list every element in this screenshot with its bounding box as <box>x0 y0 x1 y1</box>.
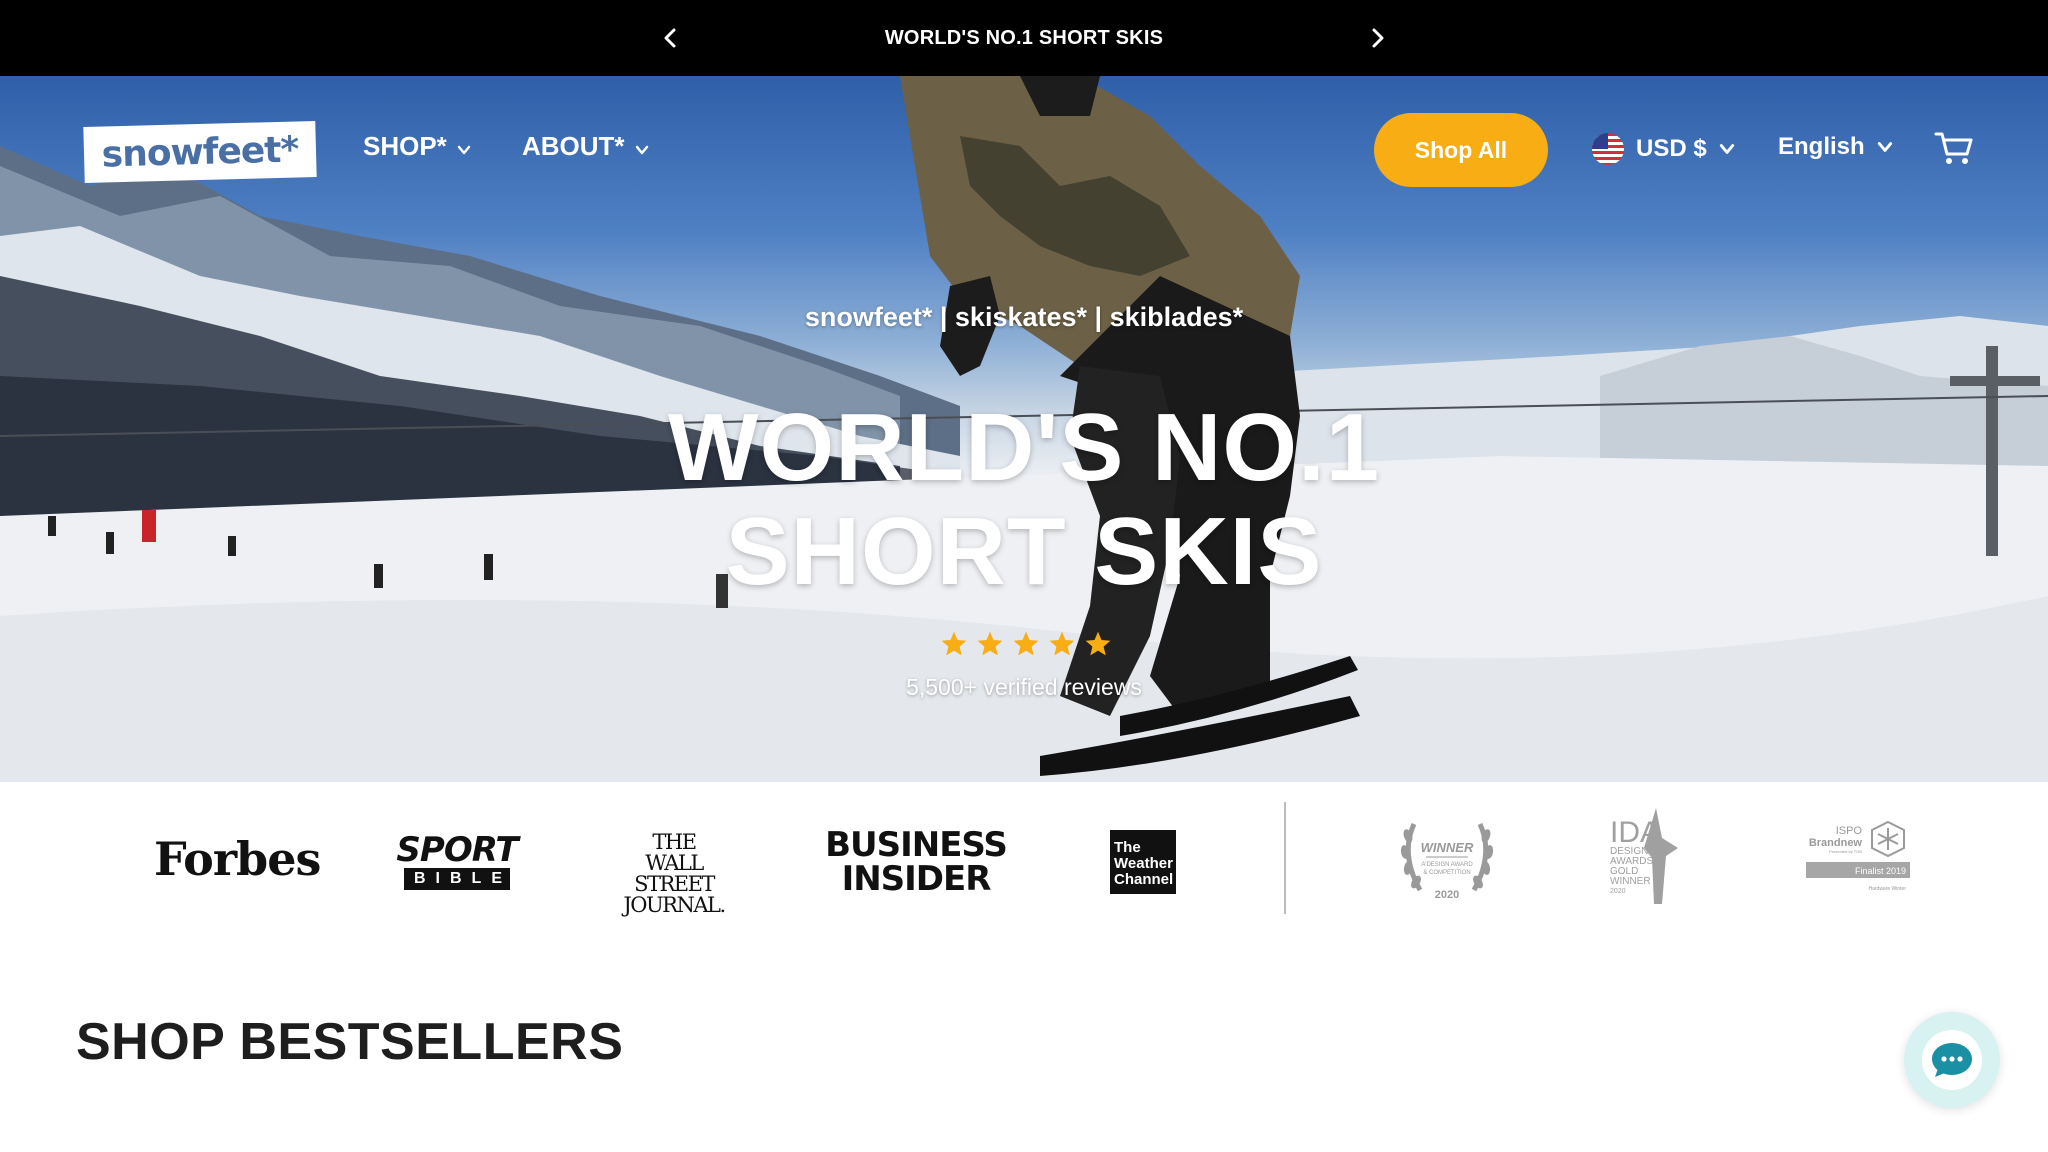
hero-subtitle: snowfeet* | skiskates* | skiblades* <box>804 302 1244 332</box>
announcement-bar: WORLD'S NO.1 SHORT SKIS <box>0 0 2048 76</box>
award2-year: 2020 <box>1610 888 1626 895</box>
sportbible-top: SPORT <box>396 830 518 870</box>
shop-all-button[interactable]: Shop All <box>1374 113 1548 187</box>
chevron-down-icon <box>635 145 648 154</box>
language-selector[interactable]: English <box>1778 133 1893 161</box>
award1-sub2: & COMPETITION <box>1423 870 1470 876</box>
brand-logo[interactable]: snowfeet* <box>83 120 317 184</box>
wsj-line3: JOURNAL. <box>623 893 726 917</box>
press-divider <box>1284 802 1286 914</box>
chevron-down-icon <box>457 145 471 154</box>
ispo-brandnew-badge: ISPO Brandnew Presented by TGB Finalist … <box>1806 820 1910 892</box>
bi-line2: INSIDER <box>841 859 992 899</box>
weather-line1: The <box>1114 839 1141 856</box>
wsj-line2: WALL STREET <box>634 851 715 896</box>
announcement-next-button[interactable] <box>1360 20 1396 56</box>
star-icon <box>977 631 1003 656</box>
currency-selector[interactable]: USD $ <box>1592 133 1735 165</box>
main-navigation: snowfeet* <box>0 76 2048 226</box>
star-icon <box>1085 631 1111 656</box>
reviews-count: 5,500+ verified reviews <box>906 674 1142 700</box>
cart-icon[interactable] <box>1934 130 1974 166</box>
award1-title: WINNER <box>1421 840 1474 855</box>
hero-headline-line2: SHORT SKIS <box>725 498 1323 605</box>
rating-stars <box>940 630 1112 658</box>
announcement-prev-button[interactable] <box>652 20 688 56</box>
award3-badge: Finalist 2019 <box>1855 866 1906 876</box>
chat-icon-container <box>1922 1030 1982 1090</box>
chevron-down-icon <box>1719 144 1734 154</box>
wsj-line1: THE <box>652 830 697 854</box>
business-insider-logo: BUSINESS INSIDER <box>824 828 1008 896</box>
award2-title: IDA <box>1610 816 1660 849</box>
adesign-award-badge: WINNER A'DESIGN AWARD & COMPETITION 2020 <box>1400 822 1494 900</box>
ida-award-badge: IDA DESIGN AWARDS GOLD WINNER 2020 <box>1610 808 1678 904</box>
award3-title1: ISPO <box>1836 825 1863 837</box>
currency-label: USD $ <box>1636 135 1707 162</box>
logo-text: snowfeet* <box>101 128 299 176</box>
chat-widget-button[interactable] <box>1904 1012 2000 1108</box>
bi-line1: BUSINESS <box>825 825 1008 865</box>
sportbible-bottom: BIBLE <box>404 868 510 890</box>
weather-line3: Channel <box>1114 871 1174 888</box>
award3-title2: Brandnew <box>1809 837 1863 849</box>
bestsellers-heading: SHOP BESTSELLERS <box>76 1013 624 1071</box>
nav-about-label: ABOUT* <box>522 131 625 161</box>
announcement-text: WORLD'S NO.1 SHORT SKIS <box>884 26 1164 49</box>
chevron-down-icon <box>1877 142 1892 152</box>
nav-about[interactable]: ABOUT* <box>522 131 649 162</box>
weather-channel-logo: The Weather Channel <box>1110 830 1176 894</box>
chat-icon <box>1932 1043 1972 1077</box>
star-icon <box>1049 631 1075 656</box>
sportbible-logo: SPORT BIBLE <box>396 832 519 890</box>
hero-headline-line1: WORLD'S NO.1 <box>667 394 1381 501</box>
award2-sub4: WINNER <box>1610 876 1651 887</box>
language-label: English <box>1778 133 1865 160</box>
nav-shop[interactable]: SHOP* <box>363 131 471 162</box>
weather-line2: Weather <box>1114 855 1173 872</box>
chevron-right-icon <box>1372 28 1384 48</box>
chevron-left-icon <box>664 28 676 48</box>
award3-category: Hardware Winter <box>1868 886 1906 892</box>
hero-headline: WORLD'S NO.1 SHORT SKIS <box>0 396 2048 604</box>
award1-year: 2020 <box>1435 889 1459 900</box>
star-icon <box>1013 631 1039 656</box>
nav-shop-label: SHOP* <box>363 131 447 161</box>
award3-presented: Presented by TGB <box>1829 849 1862 854</box>
wsj-logo: THE WALL STREET JOURNAL. <box>614 832 734 916</box>
forbes-logo: Forbes <box>154 832 321 886</box>
star-icon <box>941 631 967 656</box>
award1-sub1: A'DESIGN AWARD <box>1421 862 1473 868</box>
us-flag-icon <box>1592 133 1624 165</box>
